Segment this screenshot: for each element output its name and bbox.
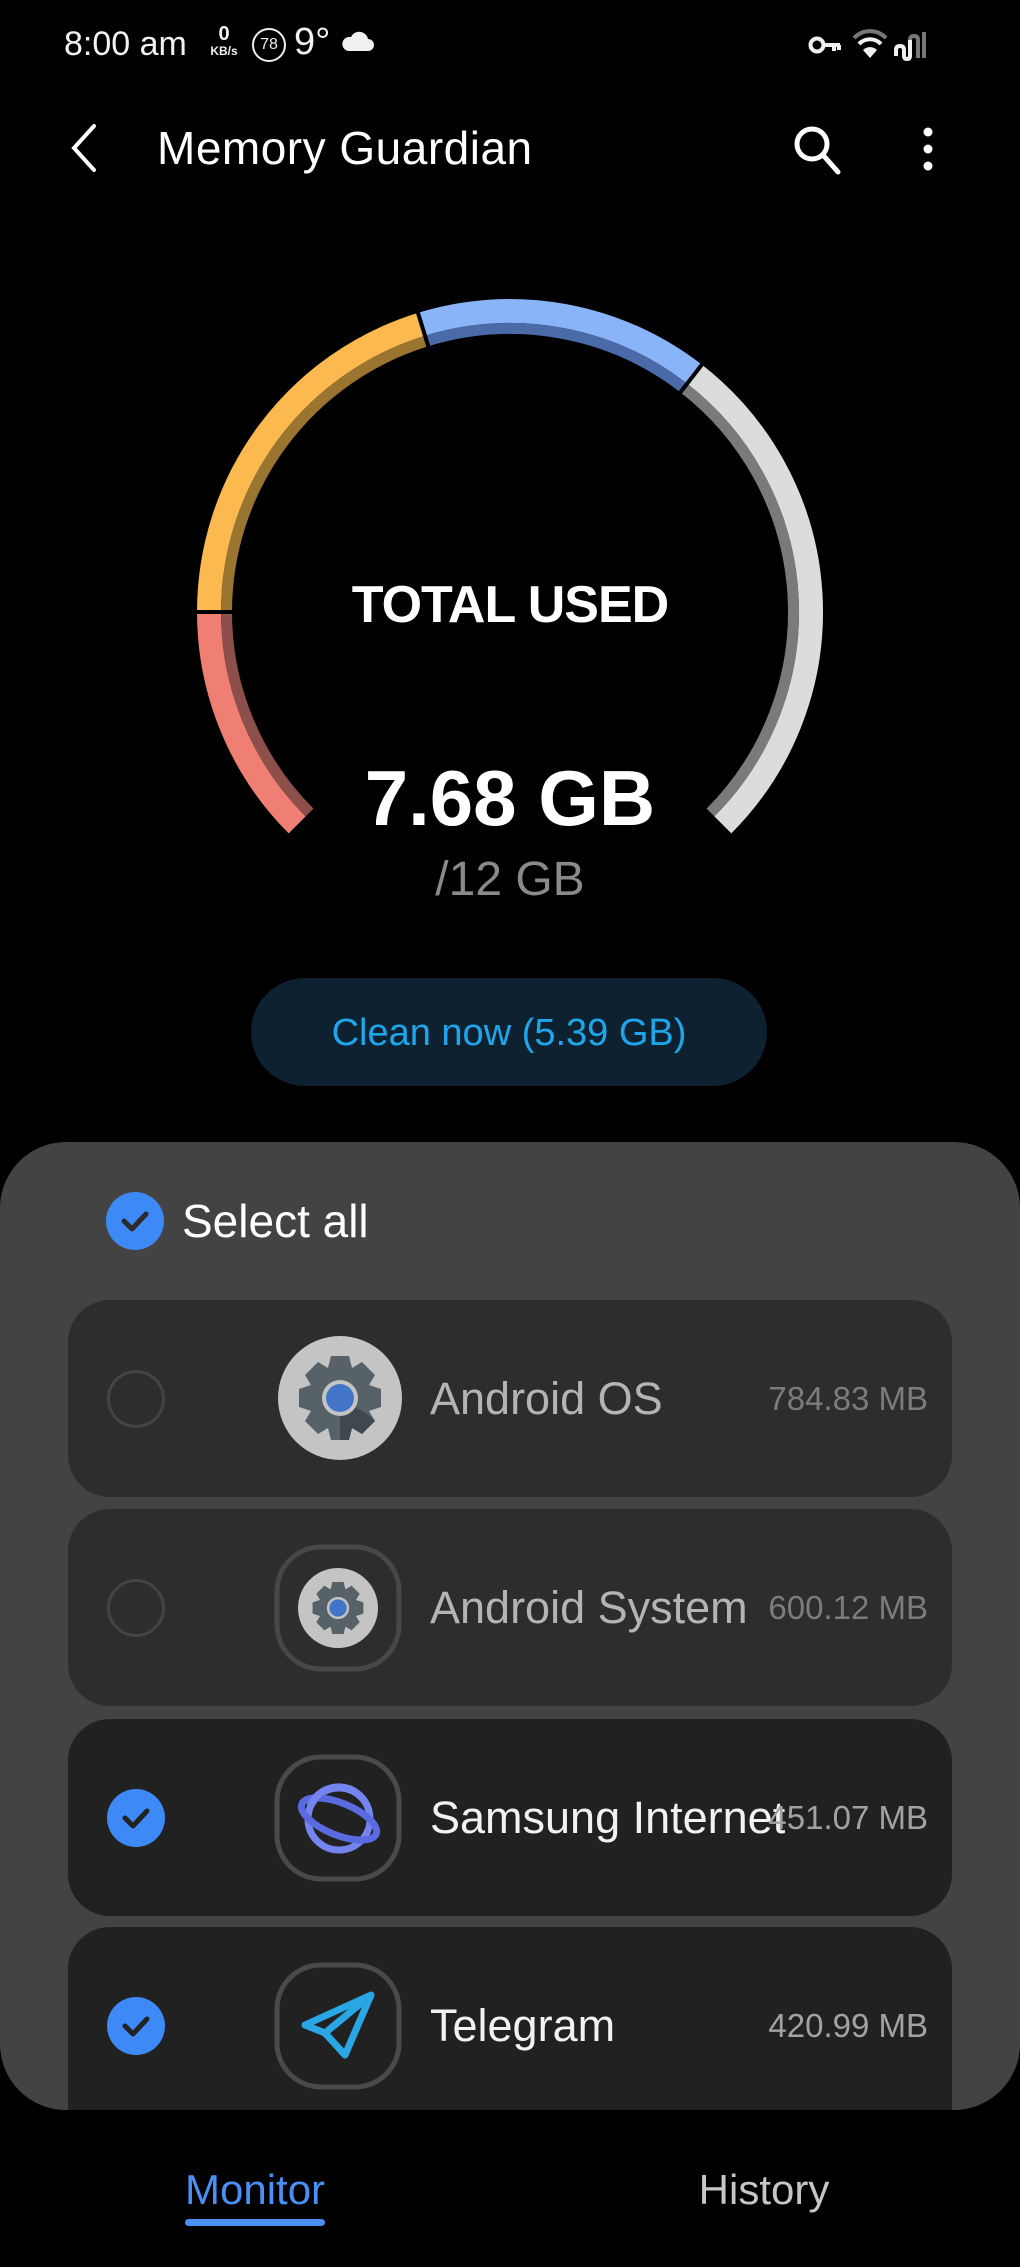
gauge-segment-yellow (197, 312, 426, 613)
list-item[interactable]: Samsung Internet 451.07 MB (68, 1719, 952, 1916)
memory-gauge (196, 299, 823, 834)
item-size: 600.12 MB (768, 1588, 928, 1626)
list-item[interactable]: Android OS 784.83 MB (68, 1300, 952, 1497)
item-checkbox[interactable] (107, 1997, 165, 2055)
telegram-icon (274, 1962, 402, 2090)
android-system-gear-icon (274, 1544, 402, 1672)
item-size: 420.99 MB (768, 2006, 928, 2044)
active-tab-indicator (185, 2219, 325, 2226)
item-checkbox[interactable] (107, 1789, 165, 1847)
select-all-row[interactable]: Select all (106, 1191, 369, 1251)
tab-monitor[interactable]: Monitor (185, 2166, 325, 2214)
select-all-label: Select all (182, 1195, 369, 1247)
checkmark-icon (122, 1808, 150, 1829)
item-name: Telegram (430, 1999, 616, 2051)
item-checkbox[interactable] (107, 1370, 165, 1428)
select-all-checkbox[interactable] (106, 1192, 164, 1250)
gauge-label: TOTAL USED (351, 576, 669, 634)
checkmark-icon (122, 2016, 150, 2037)
samsung-internet-icon (274, 1754, 402, 1882)
android-os-gear-icon (278, 1336, 402, 1460)
item-name: Samsung Internet (430, 1791, 786, 1843)
clean-now-button[interactable]: Clean now (5.39 GB) (251, 978, 767, 1086)
list-item[interactable]: Android System 600.12 MB (68, 1509, 952, 1706)
item-checkbox[interactable] (107, 1579, 165, 1637)
item-name: Android System (430, 1581, 748, 1633)
gauge-total-value: /12 GB (435, 853, 585, 906)
gauge-used-value: 7.68 GB (364, 754, 656, 842)
item-size: 784.83 MB (768, 1379, 928, 1417)
checkmark-icon (121, 1211, 149, 1232)
list-item[interactable]: Telegram 420.99 MB (68, 1927, 952, 2110)
tab-history[interactable]: History (690, 2166, 838, 2214)
item-name: Android OS (430, 1372, 663, 1424)
item-size: 451.07 MB (768, 1798, 928, 1836)
